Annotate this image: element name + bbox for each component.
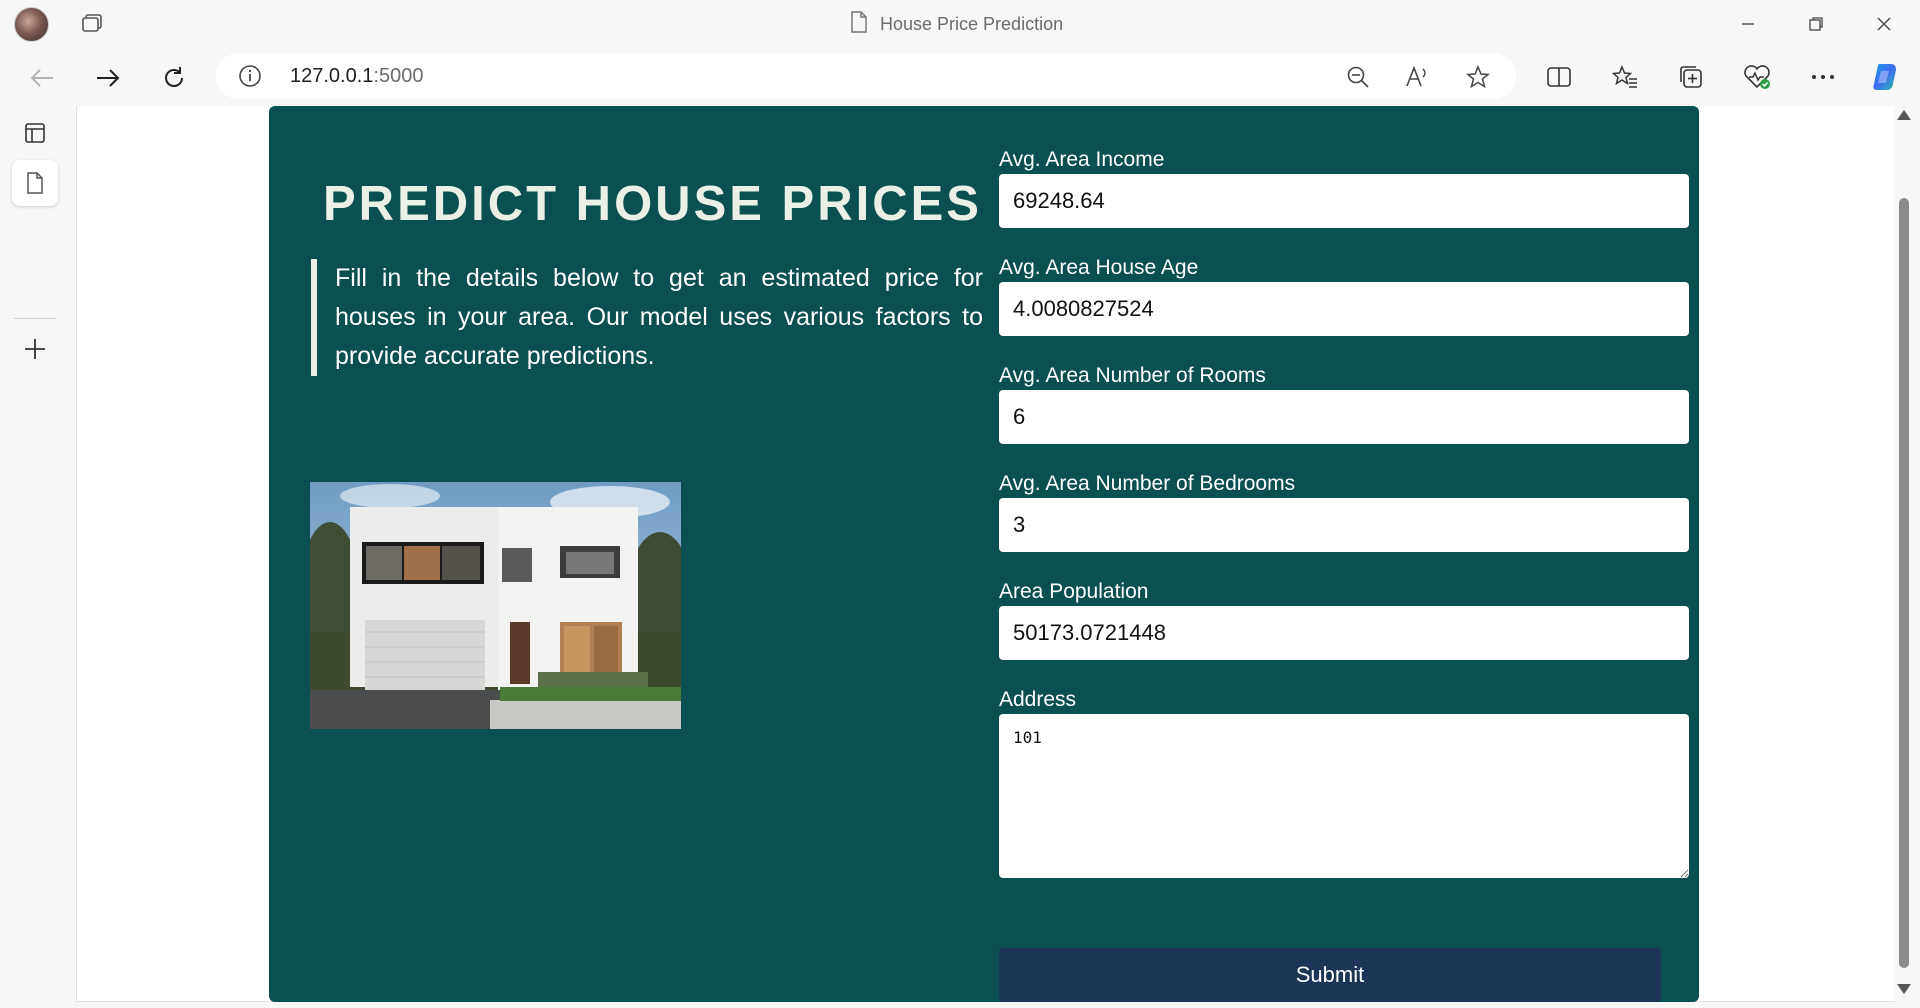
house-age-input[interactable] xyxy=(999,282,1689,336)
new-tab-plus-icon[interactable] xyxy=(12,326,58,372)
site-info-icon[interactable] xyxy=(238,64,262,88)
window-title-text: House Price Prediction xyxy=(880,13,1064,34)
income-field: Avg. Area Income xyxy=(999,146,1689,228)
read-aloud-icon[interactable] xyxy=(1404,63,1432,91)
address-label: Address xyxy=(999,688,1077,711)
more-options-icon[interactable] xyxy=(1806,60,1840,94)
bedrooms-input[interactable] xyxy=(999,498,1689,552)
house-age-label: Avg. Area House Age xyxy=(999,256,1199,279)
active-tab-page-icon[interactable] xyxy=(12,160,58,206)
browser-essentials-icon[interactable] xyxy=(1740,60,1774,94)
scroll-up-icon[interactable] xyxy=(1897,110,1911,120)
bedrooms-field: Avg. Area Number of Bedrooms xyxy=(999,470,1689,552)
tab-panel-icon[interactable] xyxy=(12,110,58,156)
minimize-button[interactable] xyxy=(1724,8,1772,40)
collections-icon[interactable] xyxy=(1674,60,1708,94)
zoom-out-icon[interactable] xyxy=(1344,63,1372,91)
address-field: Address 101 xyxy=(999,686,1689,878)
tab-strip-divider xyxy=(14,318,56,319)
house-photo xyxy=(310,482,681,729)
favorites-icon[interactable] xyxy=(1608,60,1642,94)
address-textarea[interactable]: 101 xyxy=(999,714,1689,878)
intro-section: PREDICT HOUSE PRICES Fill in the details… xyxy=(269,106,983,1002)
url-host: 127.0.0.1 xyxy=(290,65,374,87)
window-title: House Price Prediction xyxy=(850,10,1064,38)
close-window-button[interactable] xyxy=(1860,8,1908,40)
page-title: PREDICT HOUSE PRICES xyxy=(323,177,982,231)
submit-button[interactable]: Submit xyxy=(999,948,1661,1002)
restore-button[interactable] xyxy=(1792,8,1840,40)
population-label: Area Population xyxy=(999,580,1149,603)
refresh-button[interactable] xyxy=(156,60,192,96)
population-field: Area Population xyxy=(999,578,1689,660)
url-port: :5000 xyxy=(373,65,424,87)
address-bar[interactable]: 127.0.0.1:5000 xyxy=(216,53,1516,99)
favorite-star-icon[interactable] xyxy=(1464,63,1492,91)
copilot-icon[interactable] xyxy=(1868,60,1902,94)
house-age-field: Avg. Area House Age xyxy=(999,254,1689,336)
scroll-down-icon[interactable] xyxy=(1897,984,1911,994)
population-input[interactable] xyxy=(999,606,1689,660)
forward-button[interactable] xyxy=(90,60,126,96)
split-screen-icon[interactable] xyxy=(1542,60,1576,94)
tab-actions-icon[interactable] xyxy=(80,13,104,35)
title-bar: House Price Prediction xyxy=(0,0,1920,48)
prediction-card: PREDICT HOUSE PRICES Fill in the details… xyxy=(269,106,1699,1002)
page-description: Fill in the details below to get an esti… xyxy=(311,259,983,376)
rooms-field: Avg. Area Number of Rooms xyxy=(999,362,1689,444)
navigation-bar: 127.0.0.1:5000 xyxy=(0,48,1920,106)
vertical-tab-strip xyxy=(0,106,70,1008)
rooms-label: Avg. Area Number of Rooms xyxy=(999,364,1266,387)
profile-avatar[interactable] xyxy=(14,7,49,42)
url-text[interactable]: 127.0.0.1:5000 xyxy=(290,65,423,88)
scroll-thumb[interactable] xyxy=(1899,198,1909,968)
vertical-scrollbar[interactable] xyxy=(1894,106,1914,1002)
page-icon xyxy=(850,10,868,38)
income-input[interactable] xyxy=(999,174,1689,228)
income-label: Avg. Area Income xyxy=(999,148,1165,171)
bedrooms-label: Avg. Area Number of Bedrooms xyxy=(999,472,1296,495)
rooms-input[interactable] xyxy=(999,390,1689,444)
back-button[interactable] xyxy=(24,60,60,96)
